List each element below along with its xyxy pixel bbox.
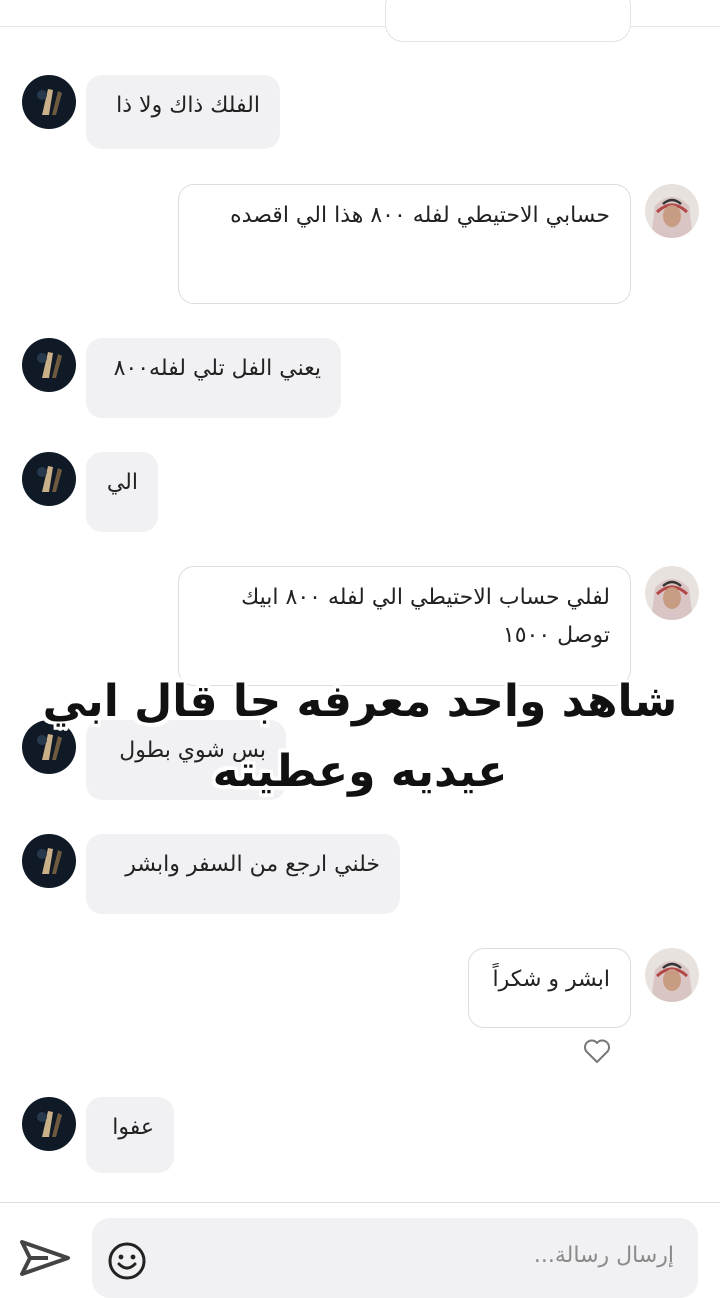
previous-message-bubble xyxy=(385,0,631,42)
smiley-icon[interactable] xyxy=(106,1240,148,1282)
composer-divider xyxy=(0,1202,720,1203)
overlay-caption-line-2: عيديه وعطيته xyxy=(212,746,508,797)
heart-outline-icon[interactable] xyxy=(583,1038,611,1064)
my-avatar-image xyxy=(645,184,699,238)
contact-avatar-image xyxy=(22,834,76,888)
contact-avatar-image xyxy=(22,338,76,392)
message-text: لفلي حساب الاحتيطي الي لفله ٨٠٠ ابيك توص… xyxy=(241,585,610,648)
message-bubble-incoming[interactable]: عفوا xyxy=(86,1097,174,1173)
message-composer[interactable] xyxy=(92,1218,698,1298)
message-text: ابشر و شكراً xyxy=(492,967,610,992)
contact-avatar-image xyxy=(22,75,76,129)
message-bubble-incoming[interactable]: الفلك ذاك ولا ذا xyxy=(86,75,280,149)
message-bubble-outgoing[interactable]: حسابي الاحتيطي لفله ٨٠٠ هذا الي اقصده xyxy=(178,184,631,304)
message-bubble-incoming[interactable]: خلني ارجع من السفر وابشر xyxy=(86,834,400,914)
paper-plane-icon[interactable] xyxy=(18,1236,72,1280)
message-bubble-outgoing[interactable]: لفلي حساب الاحتيطي الي لفله ٨٠٠ ابيك توص… xyxy=(178,566,631,686)
message-text: الي xyxy=(106,470,138,495)
contact-avatar-image xyxy=(22,452,76,506)
my-avatar-image xyxy=(645,566,699,620)
message-input[interactable] xyxy=(232,1234,676,1276)
message-text: الفلك ذاك ولا ذا xyxy=(116,93,260,118)
my-avatar[interactable] xyxy=(645,948,699,1002)
contact-avatar[interactable] xyxy=(22,338,76,392)
contact-avatar[interactable] xyxy=(22,75,76,129)
message-text: عفوا xyxy=(112,1115,154,1140)
contact-avatar[interactable] xyxy=(22,1097,76,1151)
message-bubble-incoming[interactable]: يعني الفل تلي لفله٨٠٠ xyxy=(86,338,341,418)
my-avatar-image xyxy=(645,948,699,1002)
message-text: يعني الفل تلي لفله٨٠٠ xyxy=(113,356,321,381)
my-avatar[interactable] xyxy=(645,184,699,238)
contact-avatar[interactable] xyxy=(22,834,76,888)
my-avatar[interactable] xyxy=(645,566,699,620)
message-text: حسابي الاحتيطي لفله ٨٠٠ هذا الي اقصده xyxy=(230,203,610,228)
message-bubble-outgoing[interactable]: ابشر و شكراً xyxy=(468,948,631,1028)
contact-avatar[interactable] xyxy=(22,452,76,506)
message-text: خلني ارجع من السفر وابشر xyxy=(125,852,380,877)
contact-avatar-image xyxy=(22,1097,76,1151)
overlay-caption-line-1: شاهد واحد معرفه جا قال ابي xyxy=(42,676,678,727)
message-bubble-incoming[interactable]: الي xyxy=(86,452,158,532)
